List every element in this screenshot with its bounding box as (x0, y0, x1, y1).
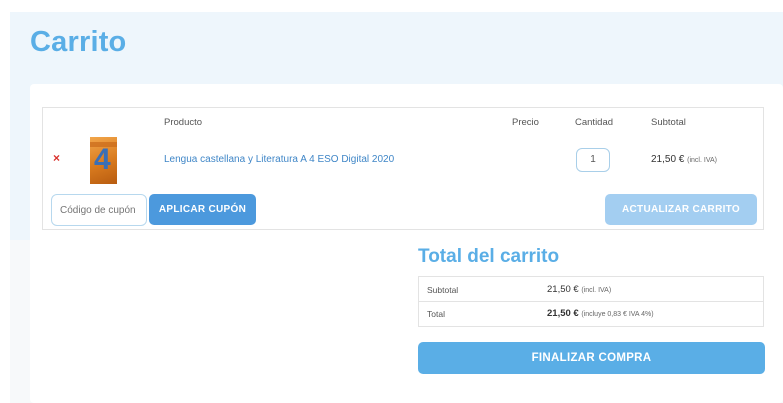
page-title: Carrito (30, 26, 127, 58)
apply-coupon-button[interactable]: APLICAR CUPÓN (149, 194, 256, 225)
totals-subtotal-note: (incl. IVA) (581, 287, 612, 294)
totals-total-label: Total (427, 309, 445, 319)
line-subtotal-value: 21,50 € (651, 154, 685, 165)
quantity-input[interactable]: 1 (576, 148, 610, 172)
update-cart-button[interactable]: ACTUALIZAR CARRITO (605, 194, 757, 225)
product-thumbnail[interactable]: 4 (90, 137, 117, 184)
totals-subtotal: 21,50 € (incl. IVA) (547, 284, 611, 295)
product-name-link[interactable]: Lengua castellana y Literatura A 4 ESO D… (164, 154, 394, 165)
totals-total: 21,50 € (incluye 0,83 € IVA 4%) (547, 308, 654, 319)
totals-total-note: (incluye 0,83 € IVA 4%) (581, 311, 654, 318)
totals-row-divider (418, 301, 764, 302)
totals-total-value: 21,50 € (547, 308, 579, 319)
coupon-code-input[interactable] (51, 194, 147, 226)
checkout-button[interactable]: FINALIZAR COMPRA (418, 342, 765, 374)
totals-subtotal-label: Subtotal (427, 285, 459, 295)
line-subtotal: 21,50 € (incl. IVA) (651, 154, 717, 165)
cart-totals-title: Total del carrito (418, 246, 560, 267)
column-header-price: Precio (512, 117, 539, 128)
remove-item-icon[interactable]: × (53, 152, 60, 164)
totals-subtotal-value: 21,50 € (547, 284, 579, 295)
column-header-subtotal: Subtotal (651, 117, 686, 128)
book-cover-icon: 4 (94, 143, 111, 176)
line-subtotal-note: (incl. IVA) (687, 157, 717, 164)
column-header-product: Producto (164, 117, 203, 128)
column-header-quantity: Cantidad (575, 117, 614, 128)
